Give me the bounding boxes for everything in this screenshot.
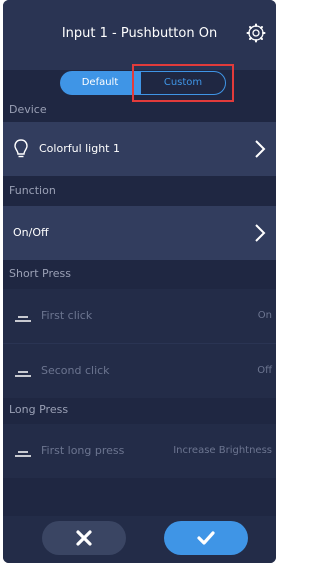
chevron-right-icon (255, 140, 266, 158)
press-item-value: Off (257, 365, 272, 376)
gear-icon[interactable] (246, 23, 266, 43)
long-press-row-first[interactable]: First long press Increase Brightness (3, 424, 276, 478)
short-press-section-label: Short Press (9, 267, 71, 280)
device-row[interactable]: Colorful light 1 (3, 122, 276, 176)
press-item-value: On (257, 310, 272, 321)
mode-default-tab[interactable]: Default (60, 71, 140, 95)
short-press-row-second-click[interactable]: Second click Off (3, 344, 276, 398)
press-item-value: Increase Brightness (173, 445, 272, 456)
bulb-icon (14, 139, 28, 158)
device-section-label: Device (9, 103, 47, 116)
press-icon (15, 371, 31, 377)
app-screen: Input 1 - Pushbutton On Default Custom D… (3, 0, 276, 563)
long-press-section-label: Long Press (9, 403, 69, 416)
press-item-label: Second click (41, 364, 110, 377)
function-row[interactable]: On/Off (3, 206, 276, 260)
check-icon (197, 531, 215, 545)
page-title: Input 1 - Pushbutton On (61, 26, 218, 41)
confirm-button[interactable] (164, 521, 248, 555)
custom-highlight-box (132, 64, 234, 102)
chevron-right-icon (255, 224, 266, 242)
short-press-row-first-click[interactable]: First click On (3, 289, 276, 343)
press-icon (15, 451, 31, 457)
press-icon (15, 316, 31, 322)
header-bar: Input 1 - Pushbutton On (3, 0, 276, 70)
press-item-label: First click (41, 309, 93, 322)
device-value: Colorful light 1 (39, 142, 120, 155)
close-icon (76, 530, 92, 546)
press-item-label: First long press (41, 444, 125, 457)
function-section-label: Function (9, 184, 56, 197)
function-value: On/Off (13, 226, 49, 239)
cancel-button[interactable] (42, 521, 126, 555)
